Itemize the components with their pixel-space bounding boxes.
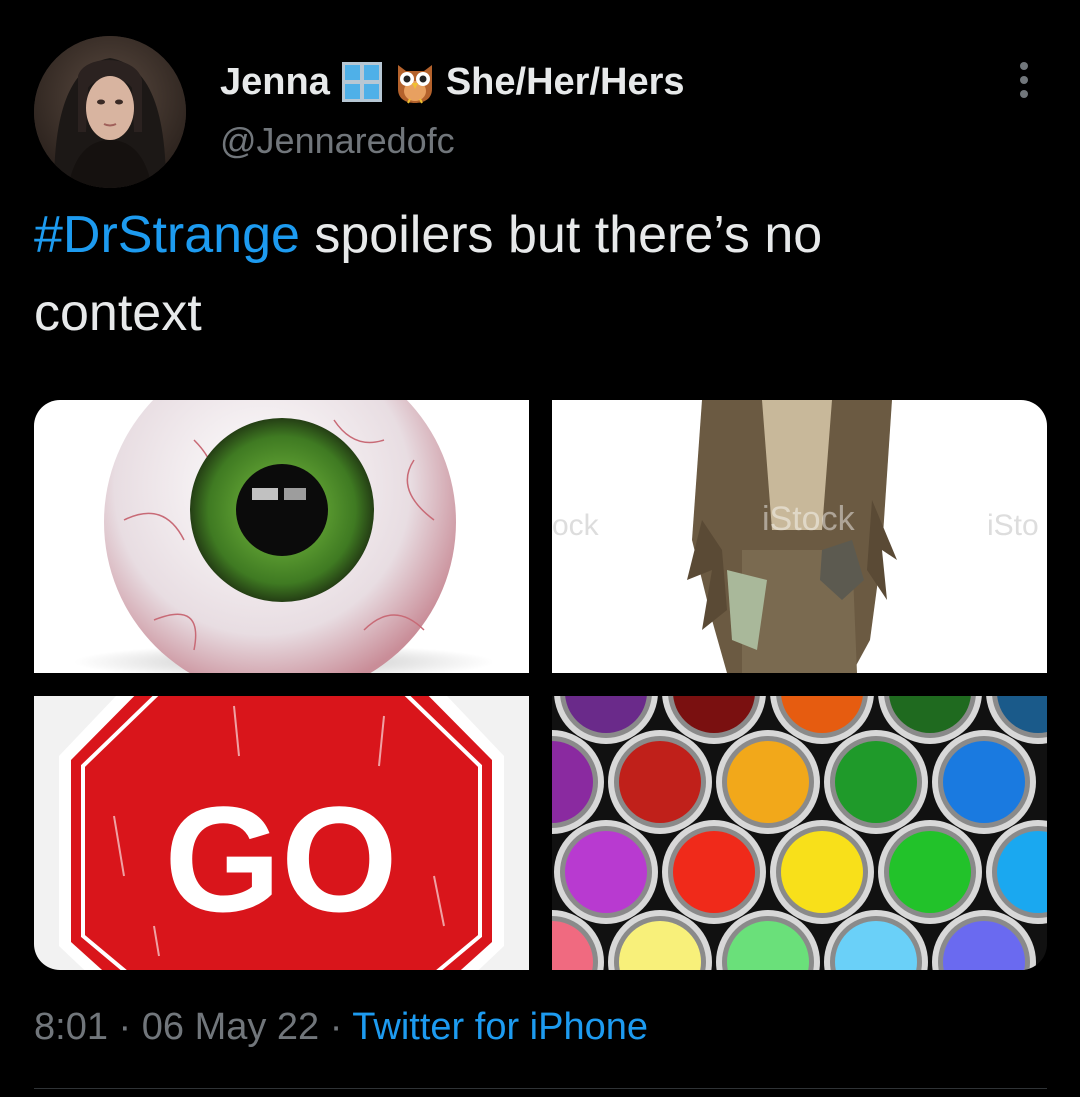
avatar[interactable] [34,36,186,188]
meta-separator: · [107,1006,142,1048]
sign-text: GO [164,775,397,943]
hashtag-link[interactable]: #DrStrange [34,206,300,264]
paint-can-paint [727,741,809,823]
paint-can-paint [943,741,1025,823]
tweet-text: #DrStrange spoilers but there’s no conte… [34,196,1034,352]
window-icon [340,60,384,104]
tweet: Jenna She/Her/Hers @Jennaredofc #DrStran… [0,0,1080,1097]
paint-cans-image[interactable] [552,696,1047,970]
media-grid: iStock ock iSto GO [34,400,1047,970]
divider [34,1088,1047,1089]
svg-text:ock: ock [552,509,600,542]
tweet-time[interactable]: 8:01 [34,1006,108,1048]
paint-can-paint [781,831,863,913]
author-name-row[interactable]: Jenna She/Her/Hers [220,56,685,108]
tweet-meta: 8:01 · 06 May 22 · Twitter for iPhone [34,1006,648,1049]
paint-can-paint [565,831,647,913]
svg-text:iSto: iSto [987,509,1039,542]
author-pronouns: She/Her/Hers [445,60,685,103]
paint-can-paint [835,741,917,823]
svg-text:iStock: iStock [762,500,856,538]
tweet-date[interactable]: 06 May 22 [142,1006,319,1048]
meta-separator: · [319,1006,353,1048]
tweet-text-line2: context [34,284,202,342]
author-handle[interactable]: @Jennaredofc [220,120,455,162]
more-dot-icon [1020,76,1028,84]
avatar-photo [34,36,186,188]
paint-can-paint [889,831,971,913]
more-dot-icon [1020,90,1028,98]
more-dot-icon [1020,62,1028,70]
tweet-source-link[interactable]: Twitter for iPhone [352,1006,648,1048]
go-stop-sign-image[interactable]: GO [34,696,529,970]
owl-icon [394,59,436,105]
author-name[interactable]: Jenna [220,61,330,104]
zombie-costume-image[interactable]: iStock ock iSto [552,400,1047,673]
paint-can-paint [673,831,755,913]
eyeball-image[interactable] [34,400,529,673]
more-options-button[interactable] [1004,58,1044,102]
paint-can-paint [619,741,701,823]
tweet-text-line1: spoilers but there’s no [299,206,823,264]
